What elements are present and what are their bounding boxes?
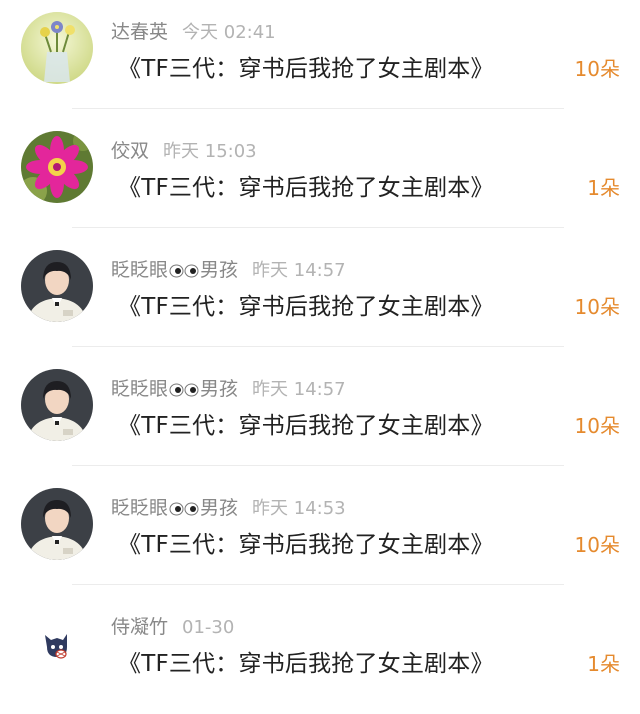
eyes-emoji-icon [169,264,199,277]
sender-name-prefix: 眨眨眼 [111,497,169,519]
message-item[interactable]: 达春英 今天 02:41 《TF三代：穿书后我抢了女主剧本》 10朵 [0,0,640,119]
message-time: 昨天 14:57 [252,260,346,281]
divider [72,584,564,585]
sender-name-prefix: 眨眨眼 [111,259,169,281]
divider [72,108,564,109]
message-time: 昨天 14:53 [252,498,346,519]
message-meta: 眨眨眼 男孩 昨天 14:57 [111,375,346,403]
message-time: 昨天 15:03 [163,141,257,162]
sender-name[interactable]: 眨眨眼 男孩 [111,259,238,281]
eyes-emoji-icon [169,383,199,396]
message-meta: 侍凝竹 01-30 [111,613,234,641]
boy-portrait-avatar[interactable] [21,369,93,441]
flower-count: 10朵 [574,414,620,438]
divider [72,346,564,347]
message-item[interactable]: 眨眨眼 男孩 昨天 14:53 《TF三代：穿书后我抢了女主剧本》 10朵 [0,476,640,595]
sender-name[interactable]: 达春英 [111,21,168,43]
sender-name-prefix: 眨眨眼 [111,378,169,400]
message-time: 01-30 [182,617,235,638]
boy-portrait-icon [21,369,93,441]
cactus-flower-icon [21,131,93,203]
message-item[interactable]: 眨眨眼 男孩 昨天 14:57 《TF三代：穿书后我抢了女主剧本》 10朵 [0,238,640,357]
message-meta: 佼双 昨天 15:03 [111,137,257,165]
boy-portrait-icon [21,488,93,560]
flower-count: 1朵 [587,176,620,200]
message-meta: 达春英 今天 02:41 [111,18,276,46]
sender-name-suffix: 男孩 [200,259,239,281]
message-time: 昨天 14:57 [252,379,346,400]
sender-name-suffix: 男孩 [200,378,239,400]
divider [72,227,564,228]
book-title[interactable]: 《TF三代：穿书后我抢了女主剧本》 [118,528,494,562]
message-item[interactable]: 佼双 昨天 15:03 《TF三代：穿书后我抢了女主剧本》 1朵 [0,119,640,238]
flower-vase-icon [21,12,93,84]
book-title[interactable]: 《TF三代：穿书后我抢了女主剧本》 [118,52,494,86]
book-title[interactable]: 《TF三代：穿书后我抢了女主剧本》 [118,647,494,681]
flower-count: 10朵 [574,295,620,319]
gift-message-list: 达春英 今天 02:41 《TF三代：穿书后我抢了女主剧本》 10朵 佼双 昨天… [0,0,640,712]
book-title[interactable]: 《TF三代：穿书后我抢了女主剧本》 [118,409,494,443]
message-meta: 眨眨眼 男孩 昨天 14:53 [111,494,346,522]
boy-portrait-icon [21,250,93,322]
message-item[interactable]: 眨眨眼 男孩 昨天 14:57 《TF三代：穿书后我抢了女主剧本》 10朵 [0,357,640,476]
flower-count: 10朵 [574,57,620,81]
flower-count: 1朵 [587,652,620,676]
sender-name-suffix: 男孩 [200,497,239,519]
sender-name[interactable]: 佼双 [111,140,149,162]
boy-portrait-avatar[interactable] [21,250,93,322]
boy-portrait-avatar[interactable] [21,488,93,560]
pink-cactus-flower-avatar[interactable] [21,131,93,203]
message-meta: 眨眨眼 男孩 昨天 14:57 [111,256,346,284]
sender-name[interactable]: 侍凝竹 [111,616,168,638]
message-item[interactable]: 侍凝竹 01-30 《TF三代：穿书后我抢了女主剧本》 1朵 [0,595,640,714]
divider [72,465,564,466]
book-title[interactable]: 《TF三代：穿书后我抢了女主剧本》 [118,171,494,205]
sender-name[interactable]: 眨眨眼 男孩 [111,497,238,519]
eyes-emoji-icon [169,502,199,515]
cartoon-cat-avatar[interactable] [21,607,93,679]
message-time: 今天 02:41 [182,22,276,43]
sender-name[interactable]: 眨眨眼 男孩 [111,378,238,400]
flower-vase-photo-avatar[interactable] [21,12,93,84]
cartoon-cat-icon [21,607,93,679]
flower-count: 10朵 [574,533,620,557]
book-title[interactable]: 《TF三代：穿书后我抢了女主剧本》 [118,290,494,324]
